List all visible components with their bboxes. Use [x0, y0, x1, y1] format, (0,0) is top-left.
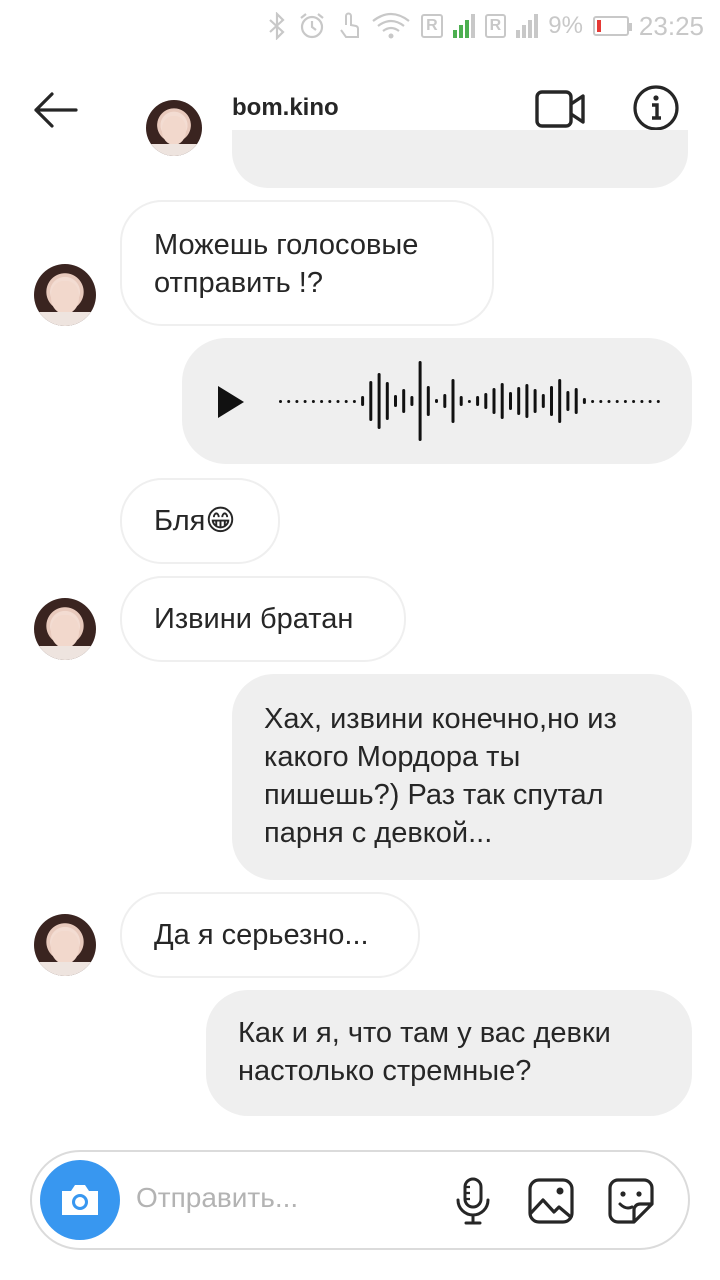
contact-username[interactable]: bom.kino: [232, 94, 339, 122]
voice-waveform: [279, 361, 660, 441]
camera-icon: [62, 1185, 98, 1215]
message-bubble-incoming[interactable]: Можешь голосовые отправить !?: [120, 200, 494, 326]
waveform-bar: [377, 373, 381, 429]
message-text-line: настолько стремные?: [238, 1055, 532, 1087]
voice-record-button[interactable]: [448, 1176, 498, 1226]
message-input[interactable]: [136, 1182, 436, 1214]
waveform-bar: [517, 387, 521, 415]
message-text-line: парня с девкой...: [264, 817, 493, 849]
waveform-bar: [467, 400, 471, 403]
previous-message-bubble: [232, 130, 688, 188]
waveform-bar: [656, 400, 660, 403]
waveform-bar: [599, 400, 603, 403]
waveform-bar: [476, 396, 480, 406]
waveform-bar: [394, 395, 397, 407]
waveform-bar: [352, 400, 356, 403]
waveform-bar: [533, 389, 537, 413]
waveform-bar: [287, 400, 291, 403]
waveform-bar: [303, 400, 307, 403]
wifi-icon: [371, 12, 411, 40]
message-bubble-outgoing[interactable]: Хах, извини конечно,но из какого Мордора…: [232, 674, 692, 880]
waveform-bar: [418, 361, 422, 441]
waveform-bar: [566, 391, 570, 411]
status-bar: R R 9% 23:25: [0, 0, 720, 52]
waveform-bar: [492, 388, 496, 414]
info-button[interactable]: [632, 84, 680, 132]
waveform-bar: [328, 400, 332, 403]
back-button[interactable]: [30, 86, 80, 134]
sticker-button[interactable]: [606, 1176, 656, 1226]
waveform-bar: [459, 396, 463, 406]
contact-avatar[interactable]: [146, 100, 202, 156]
message-composer: [30, 1150, 690, 1250]
waveform-bar: [385, 382, 389, 420]
waveform-bar: [582, 398, 586, 404]
waveform-bar: [369, 381, 373, 421]
touch-icon: [337, 11, 361, 41]
message-text-line: Как и я, что там у вас девки: [238, 1017, 611, 1049]
waveform-bar: [279, 400, 282, 403]
message-text-line: Можешь голосовые: [154, 229, 419, 261]
waveform-bar: [435, 399, 438, 403]
waveform-bar: [550, 386, 553, 416]
roaming-badge: R: [421, 14, 443, 38]
image-icon: [528, 1178, 574, 1224]
message-text-line: Хах, извини конечно,но из: [264, 703, 617, 735]
waveform-bar: [402, 389, 406, 413]
waveform-bar: [525, 384, 529, 418]
message-text-line: какого Мордора ты: [264, 741, 521, 773]
waveform-bar: [500, 383, 504, 419]
camera-button[interactable]: [40, 1160, 120, 1240]
waveform-bar: [311, 400, 315, 403]
waveform-bar: [426, 386, 430, 416]
waveform-bar: [615, 400, 619, 403]
waveform-bar: [558, 379, 562, 423]
waveform-bar: [410, 396, 414, 406]
waveform-bar: [607, 400, 611, 403]
sender-avatar: [34, 914, 96, 976]
bluetooth-icon: [267, 12, 287, 40]
waveform-bar: [632, 400, 636, 403]
waveform-bar: [591, 400, 595, 403]
waveform-bar: [361, 396, 365, 406]
video-camera-icon: [535, 90, 585, 128]
info-icon: [633, 85, 679, 131]
alarm-icon: [297, 11, 327, 41]
battery-percent: 9%: [548, 12, 583, 39]
sticker-icon: [608, 1178, 654, 1224]
waveform-bar: [509, 392, 512, 410]
waveform-bar: [443, 394, 447, 408]
roaming-badge-2: R: [484, 14, 507, 38]
waveform-bar: [648, 400, 652, 403]
message-text-line: отправить !?: [154, 267, 323, 299]
signal-strength-icon: [452, 14, 475, 38]
message-bubble-incoming[interactable]: Извини братан: [120, 576, 406, 662]
microphone-icon: [456, 1177, 490, 1225]
battery-icon: [592, 16, 632, 36]
waveform-bar: [344, 400, 348, 403]
sender-avatar: [34, 598, 96, 660]
waveform-bar: [336, 400, 340, 403]
waveform-bar: [451, 379, 455, 423]
waveform-bar: [541, 394, 545, 408]
voice-message-bubble[interactable]: [182, 338, 692, 464]
waveform-bar: [484, 393, 488, 409]
video-call-button[interactable]: [534, 88, 586, 130]
message-text-line: пишешь?) Раз так спутал: [264, 779, 604, 811]
play-icon[interactable]: [218, 386, 244, 418]
waveform-bar: [295, 400, 299, 403]
back-arrow-icon: [34, 92, 78, 128]
signal-strength-icon-2: [516, 14, 539, 38]
message-bubble-incoming[interactable]: Бля😁: [120, 478, 280, 564]
waveform-bar: [640, 400, 644, 403]
clock: 23:25: [638, 10, 704, 41]
waveform-bar: [320, 400, 324, 403]
gallery-button[interactable]: [526, 1176, 576, 1226]
message-bubble-incoming[interactable]: Да я серьезно...: [120, 892, 420, 978]
sender-avatar: [34, 264, 96, 326]
waveform-bar: [623, 400, 627, 403]
waveform-bar: [574, 388, 578, 414]
message-bubble-outgoing[interactable]: Как и я, что там у вас девки настолько с…: [206, 990, 692, 1116]
